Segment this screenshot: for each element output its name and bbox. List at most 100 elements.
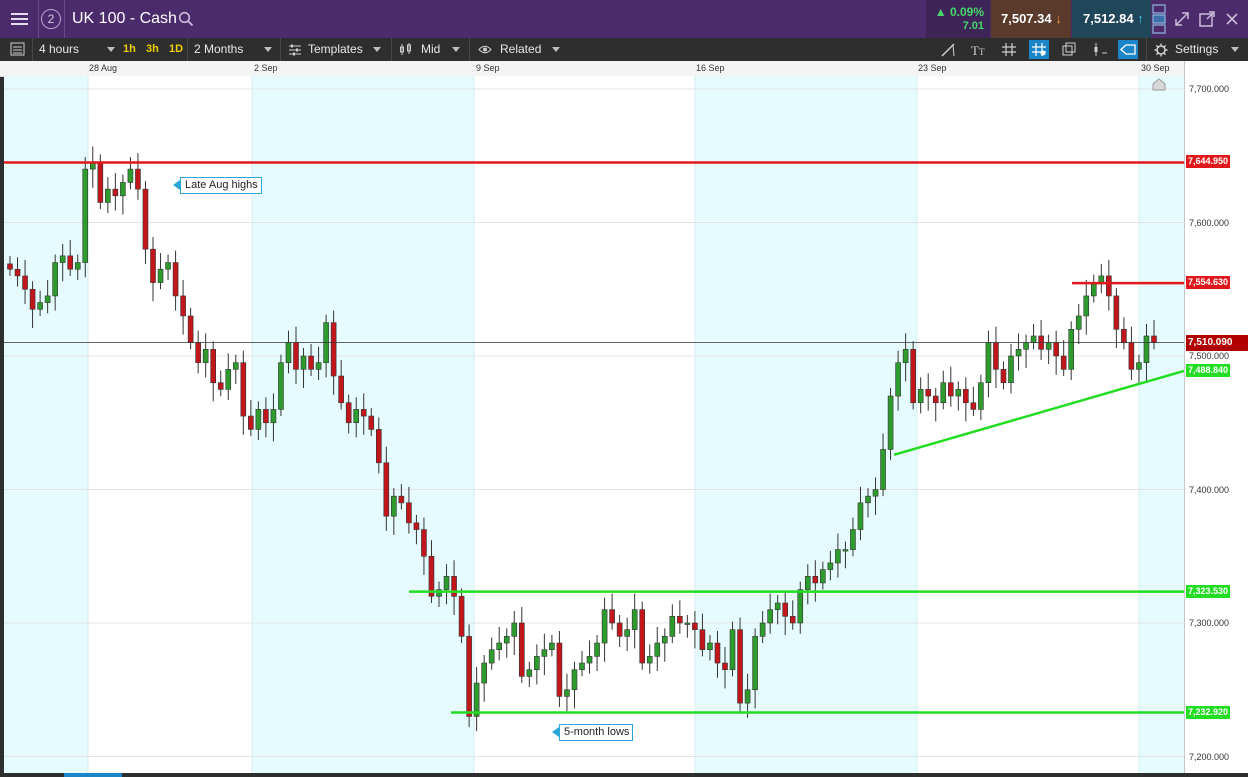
candle (14, 268, 21, 277)
candle (1075, 315, 1082, 330)
candle (1008, 355, 1014, 384)
candle (654, 642, 661, 657)
close-icon[interactable] (1221, 8, 1243, 30)
candle (398, 495, 405, 504)
candle (308, 355, 314, 370)
sell-price-value: 7,507.34 (1001, 11, 1052, 26)
templates-label: Templates (308, 42, 363, 56)
instrument-title[interactable]: UK 100 - Cash (72, 10, 177, 28)
candle (375, 429, 382, 464)
candle (165, 262, 171, 270)
candle (240, 362, 247, 417)
chevron-down-icon (552, 47, 560, 52)
home-icon[interactable] (1152, 78, 1166, 91)
candle (263, 409, 269, 424)
range-label: 2 Months (194, 42, 244, 56)
divider (64, 0, 65, 38)
candle (624, 629, 630, 637)
candle (278, 362, 284, 410)
range-dropdown[interactable]: 2 Months (187, 38, 278, 61)
draw-line-icon[interactable] (938, 40, 958, 59)
candle (466, 636, 472, 717)
window-count-badge[interactable]: 2 (41, 9, 61, 29)
annotation-5-month-lows[interactable]: 5-month lows (552, 724, 634, 741)
candle (52, 262, 58, 297)
interval-dropdown[interactable]: 4 hours (32, 38, 119, 61)
candle (7, 263, 13, 270)
popout-icon[interactable] (1196, 8, 1218, 30)
candle (586, 656, 593, 664)
candle (797, 589, 804, 624)
layers-icon[interactable] (1059, 40, 1079, 59)
interval-label: 4 hours (39, 42, 80, 56)
price-mode-dropdown[interactable]: Mid (391, 38, 467, 61)
grid-icon[interactable] (999, 40, 1019, 59)
eye-icon (478, 45, 492, 54)
settings-dropdown[interactable]: Settings (1146, 38, 1248, 61)
candle (661, 636, 668, 644)
gear-icon (1154, 43, 1168, 57)
timeframe-1d[interactable]: 1D (166, 41, 186, 58)
buy-price: 7,512.84 ↑ (1083, 11, 1144, 26)
candle (631, 609, 638, 630)
candle (850, 529, 856, 550)
candle (985, 342, 992, 383)
candle (1068, 329, 1075, 370)
text-tool-icon[interactable]: TT (968, 40, 988, 59)
candle (225, 369, 232, 390)
candle (993, 342, 999, 370)
sell-price: 7,507.34 ↓ (1001, 11, 1062, 26)
candle (917, 389, 924, 404)
candle (157, 268, 164, 283)
candle (413, 522, 420, 530)
candle (1045, 342, 1052, 350)
candle (616, 622, 623, 637)
candle (112, 188, 119, 197)
candle (978, 382, 984, 410)
candle (744, 689, 751, 704)
label-tool-icon[interactable] (1118, 40, 1138, 59)
candle (383, 462, 390, 517)
price-tick-label: 7,400.000 (1189, 485, 1230, 495)
candle (202, 349, 209, 363)
level-tag-recent-high: 7,554.630 (1186, 276, 1231, 289)
chevron-down-icon (107, 47, 115, 52)
crosshair-grid-icon[interactable] (1029, 40, 1049, 59)
date-axis: 28 Aug 2 Sep 9 Sep 16 Sep 23 Sep 30 Sep (0, 61, 1184, 77)
candle (232, 362, 239, 370)
candle (842, 549, 849, 552)
candle (707, 642, 713, 651)
templates-icon (289, 44, 301, 56)
indicator-icon[interactable] (1090, 40, 1110, 59)
price-chart[interactable]: Late Aug highs 5-month lows (4, 76, 1184, 773)
pointer-icon (173, 180, 180, 190)
search-icon[interactable] (178, 11, 194, 27)
related-dropdown[interactable]: Related (469, 38, 570, 61)
candle (172, 262, 179, 297)
candle (767, 609, 773, 624)
candle (67, 255, 74, 270)
price-tick-label: 7,200.000 (1189, 752, 1230, 762)
sell-button[interactable]: 7,507.34 ↓ (991, 0, 1071, 38)
buy-button[interactable]: 7,512.84 ↑ (1072, 0, 1151, 38)
date-label: 2 Sep (254, 63, 278, 73)
candle (210, 349, 217, 384)
candle (722, 662, 728, 671)
templates-dropdown[interactable]: Templates (280, 38, 391, 61)
candle (421, 529, 427, 557)
candle (1023, 342, 1029, 350)
candle (74, 262, 81, 270)
menu-button[interactable] (0, 0, 39, 38)
candle (37, 302, 43, 310)
timeframe-1h[interactable]: 1h (120, 41, 139, 58)
candle (391, 495, 397, 517)
level-tag-trendline: 7,488.840 (1186, 364, 1231, 377)
candle (406, 502, 412, 524)
price-change: ▲ 0.09% 7.01 (926, 0, 990, 38)
list-icon[interactable] (8, 40, 28, 59)
scroll-indicator[interactable] (64, 773, 122, 777)
timeframe-3h[interactable]: 3h (143, 41, 162, 58)
annotation-late-aug-highs[interactable]: Late Aug highs (173, 177, 262, 194)
expand-icon[interactable] (1171, 8, 1193, 30)
layout-icon[interactable] (1152, 3, 1166, 35)
